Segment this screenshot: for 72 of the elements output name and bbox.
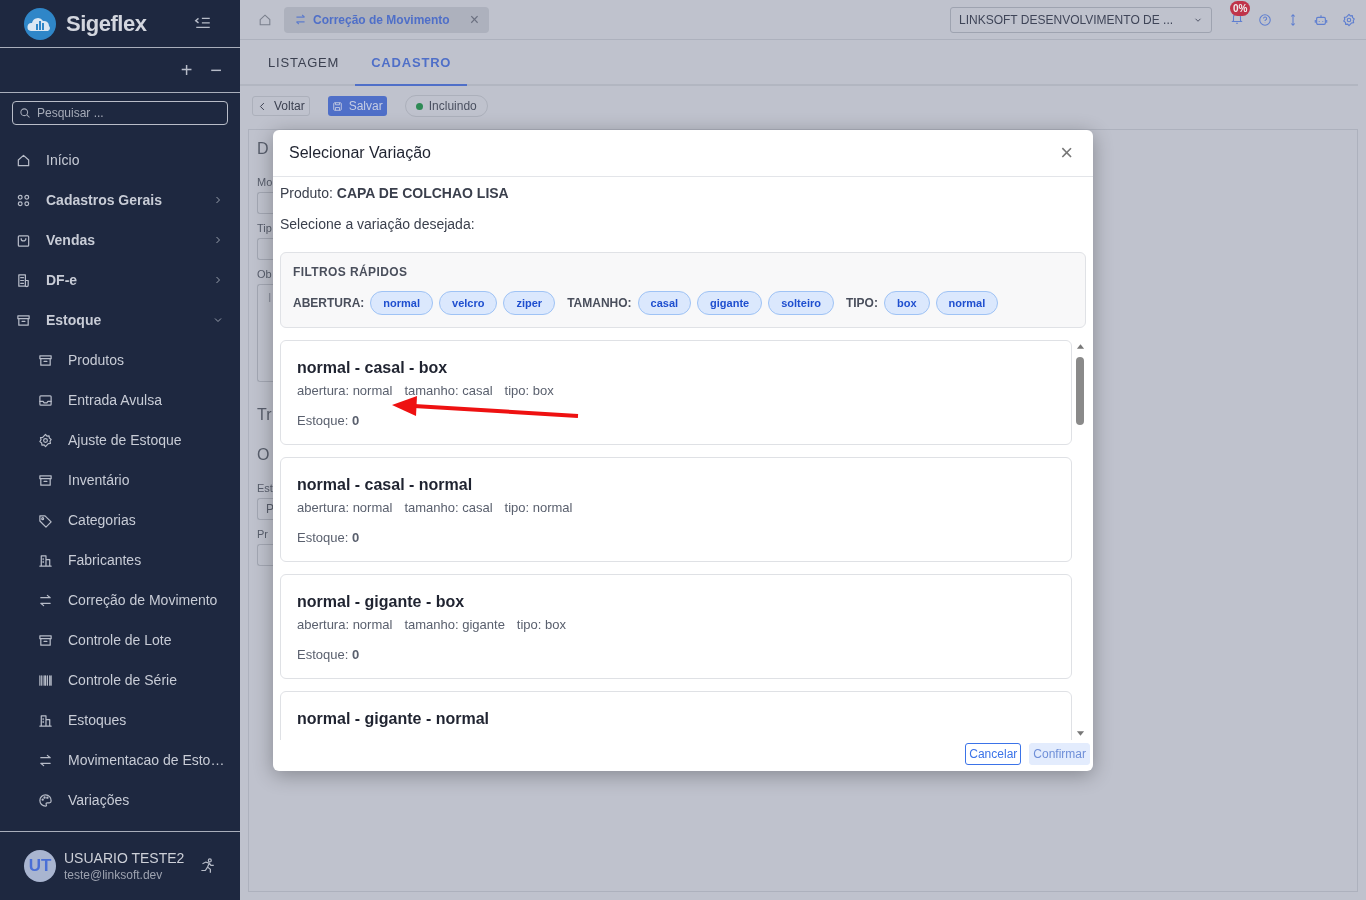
- back-button[interactable]: Voltar: [252, 96, 310, 116]
- close-button[interactable]: ×: [1056, 140, 1077, 166]
- variation-title: normal - casal - normal: [297, 476, 474, 494]
- attribute-text: tipo: box: [504, 383, 554, 398]
- cancel-button[interactable]: Cancelar: [965, 743, 1022, 765]
- collapse-all-button[interactable]: −: [208, 58, 224, 82]
- sidebar-subitem[interactable]: Correção de Movimento: [0, 580, 240, 620]
- sidebar-subitem[interactable]: Fabricantes: [0, 540, 240, 580]
- field-label: Tip: [257, 221, 272, 236]
- filter-chip[interactable]: normal: [935, 291, 999, 315]
- sidebar-subitem[interactable]: Categorias: [0, 500, 240, 540]
- sidebar-subitem[interactable]: Ajuste de Estoque: [0, 420, 240, 460]
- variation-title: normal - casal - box: [297, 359, 449, 377]
- attribute-text: tipo: normal: [504, 500, 573, 515]
- dialog-title: Selecionar Variação: [289, 144, 431, 162]
- progress-badge: 0%: [1230, 0, 1251, 16]
- variation-title: normal - gigante - normal: [297, 710, 490, 728]
- sidebar-item[interactable]: Início: [0, 140, 240, 180]
- sidebar-item[interactable]: DF-e: [0, 260, 240, 300]
- sidebar-subitem[interactable]: Controle de Lote: [0, 620, 240, 660]
- attribute-text: abertura: normal: [297, 617, 393, 632]
- attribute-text: abertura: normal: [297, 500, 393, 515]
- sidebar-item[interactable]: Vendas: [0, 220, 240, 260]
- field-label: Pr: [257, 527, 268, 542]
- sidebar-subitem[interactable]: Produtos: [0, 340, 240, 380]
- sidebar-subitem[interactable]: Estoques: [0, 700, 240, 740]
- brand-name: Sigeflex: [66, 10, 148, 37]
- stock-text: Estoque: 0: [297, 530, 361, 545]
- sidebar-subitem[interactable]: Controle de Série: [0, 660, 240, 700]
- company-select[interactable]: LINKSOFT DESENVOLVIMENTO DE ...: [950, 6, 1212, 33]
- sidebar-item[interactable]: Cadastros Gerais: [0, 180, 240, 220]
- attribute-text: tipo: box: [516, 617, 566, 632]
- user-name: USUARIO TESTE2: [64, 850, 186, 866]
- variation-title: normal - gigante - box: [297, 593, 466, 611]
- search-field[interactable]: Pesquisar ...: [12, 101, 228, 125]
- tab[interactable]: LISTAGEM: [252, 55, 356, 86]
- filter-chip[interactable]: casal: [637, 291, 692, 315]
- field-label: Est: [257, 481, 273, 496]
- expand-all-button[interactable]: +: [178, 58, 195, 82]
- prompt-text: Selecione a variação desejada:: [280, 216, 476, 232]
- attribute-text: abertura: normal: [297, 383, 393, 398]
- filter-chip[interactable]: normal: [370, 291, 433, 315]
- filter-label: ABERTURA:: [293, 296, 365, 310]
- filter-chip[interactable]: ziper: [503, 291, 556, 315]
- sidebar-subitem[interactable]: Movimentacao de Esto…: [0, 740, 240, 780]
- filters-title: FILTROS RÁPIDOS: [293, 265, 409, 279]
- sidebar-item[interactable]: Estoque: [0, 300, 240, 340]
- attribute-text: tamanho: casal: [404, 500, 493, 515]
- user-avatar: UT: [24, 850, 56, 882]
- section-heading: Tr: [257, 405, 272, 425]
- sidebar-subitem[interactable]: Variações: [0, 780, 240, 820]
- stock-text: Estoque: 0: [297, 647, 361, 662]
- stock-text: Estoque: 0: [297, 413, 361, 428]
- section-heading: O: [257, 445, 270, 465]
- sidebar-subitem[interactable]: Inventário: [0, 460, 240, 500]
- filter-chip[interactable]: box: [883, 291, 930, 315]
- filter-chip[interactable]: solteiro: [768, 291, 834, 315]
- section-heading: D: [257, 139, 269, 159]
- field-label: Mo: [257, 175, 273, 190]
- attribute-text: tamanho: casal: [404, 383, 493, 398]
- attribute-text: tamanho: gigante: [404, 617, 505, 632]
- user-email: teste@linksoft.dev: [64, 868, 164, 882]
- sidebar-subitem[interactable]: Entrada Avulsa: [0, 380, 240, 420]
- variation-card[interactable]: normal - gigante - box abertura: normal tamanho: gigante tipo: box Estoque: 0: [280, 574, 1072, 679]
- filter-label: TIPO:: [845, 296, 878, 310]
- filter-label: TAMANHO:: [567, 296, 632, 310]
- product-text: Produto: CAPA DE COLCHAO LISA: [280, 185, 510, 201]
- variation-card[interactable]: normal - casal - box abertura: normal tamanho: casal tipo: box Estoque: 0: [280, 340, 1072, 445]
- filter-chip[interactable]: gigante: [697, 291, 763, 315]
- filter-chip[interactable]: velcro: [439, 291, 498, 315]
- field-label: Ob: [257, 267, 272, 282]
- variation-card[interactable]: normal - casal - normal abertura: normal tamanho: casal tipo: normal Estoque: 0: [280, 457, 1072, 562]
